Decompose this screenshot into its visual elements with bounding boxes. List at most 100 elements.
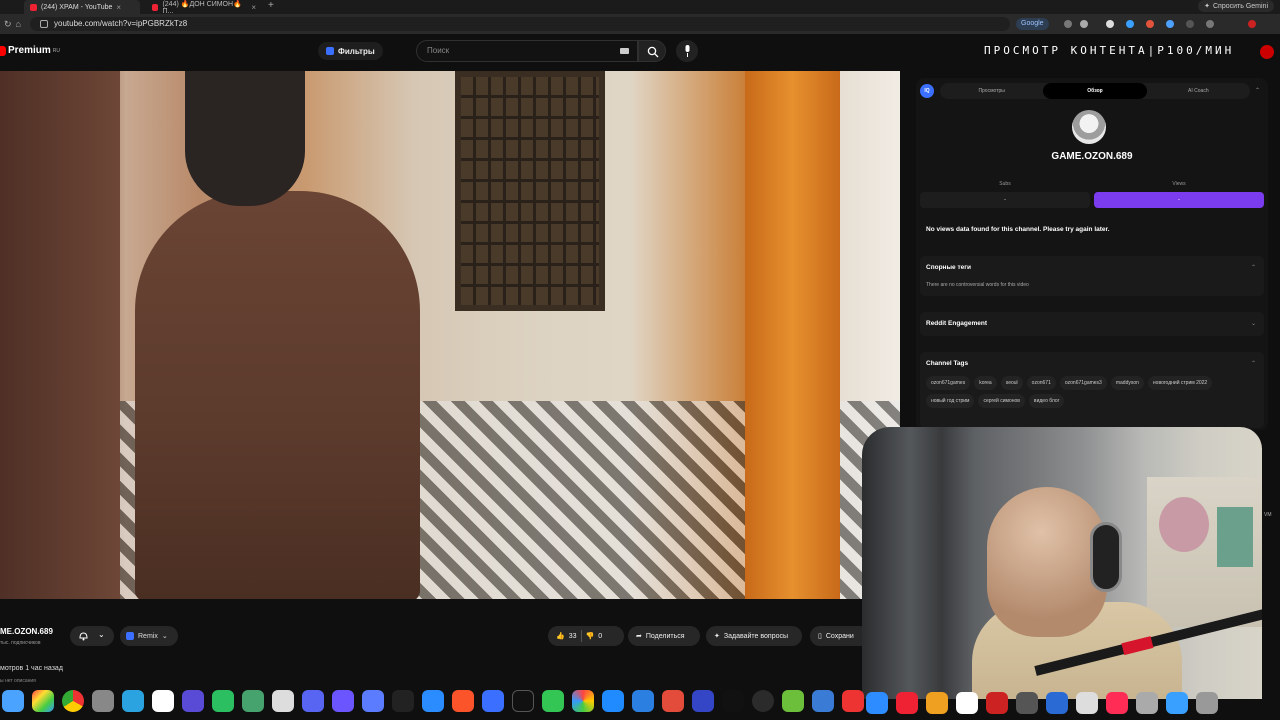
cable-app-icon[interactable]	[986, 692, 1008, 714]
avatar	[1072, 110, 1106, 144]
new-tab-button[interactable]: +	[268, 0, 274, 14]
channel-tag[interactable]: ozon671games	[926, 376, 971, 390]
thumbs-down-icon[interactable]: 👎	[586, 632, 595, 640]
search-input[interactable]: Поиск	[416, 40, 638, 62]
sheets-icon[interactable]	[212, 690, 234, 712]
save-button[interactable]: ▯ Сохрани	[810, 626, 870, 646]
close-tab-icon[interactable]: ×	[116, 3, 121, 12]
telegram-icon[interactable]	[122, 690, 144, 712]
gemini-button[interactable]: ✦ Спросить Gemini	[1198, 0, 1274, 12]
extension-icon[interactable]	[1064, 20, 1072, 28]
brave-icon[interactable]	[452, 690, 474, 712]
channel-tag[interactable]: seoul	[1000, 376, 1023, 390]
vpn-icon[interactable]	[332, 690, 354, 712]
extension-icon[interactable]	[1186, 20, 1194, 28]
keyboard-icon[interactable]	[620, 48, 629, 54]
voice-search-button[interactable]	[676, 40, 698, 62]
close-tab-icon[interactable]: ×	[251, 3, 256, 12]
android-icon[interactable]	[782, 690, 804, 712]
finder-icon[interactable]	[2, 690, 24, 712]
app-icon[interactable]	[482, 690, 504, 712]
share-button[interactable]: ➦ Поделиться	[628, 626, 700, 646]
like-count[interactable]: 33	[569, 633, 577, 640]
share-icon: ➦	[636, 633, 642, 640]
discord-icon[interactable]	[302, 690, 324, 712]
home-icon[interactable]: ⌂	[16, 19, 21, 29]
messages-icon[interactable]	[542, 690, 564, 712]
subs-toggle[interactable]: -	[920, 192, 1090, 208]
terminal-icon[interactable]	[512, 690, 534, 712]
video-player[interactable]	[0, 71, 900, 599]
obs-icon[interactable]	[752, 690, 774, 712]
calendar-icon[interactable]	[956, 692, 978, 714]
ask-questions-button[interactable]: ✦ Задавайте вопросы	[706, 626, 802, 646]
channel-tag[interactable]: сергей симонов	[978, 394, 1025, 408]
teams-icon[interactable]	[362, 690, 384, 712]
chrome-icon[interactable]	[62, 690, 84, 712]
piano-icon[interactable]	[392, 690, 414, 712]
red-app-icon[interactable]	[842, 690, 864, 712]
photos-icon[interactable]	[572, 690, 594, 712]
app-store-icon[interactable]	[602, 690, 624, 712]
channel-tag[interactable]: maddyson	[1110, 376, 1144, 390]
zoom-icon[interactable]	[866, 692, 888, 714]
extension-icon[interactable]	[1106, 20, 1114, 28]
trash-icon[interactable]	[1196, 692, 1218, 714]
extension-icon[interactable]	[1206, 20, 1214, 28]
channel-tag[interactable]: ozon671games3	[1059, 376, 1107, 390]
search-button[interactable]	[638, 40, 666, 62]
app-icon[interactable]	[926, 692, 948, 714]
youtube-app-icon[interactable]	[896, 692, 918, 714]
reload-icon[interactable]: ↻	[4, 19, 12, 30]
remix-button[interactable]: Remix ⌄	[120, 626, 178, 646]
music-icon[interactable]	[1106, 692, 1128, 714]
app-icon[interactable]	[1016, 692, 1038, 714]
channel-tags-section[interactable]: Channel Tags ⌃ ozon671games korea seoul …	[920, 352, 1264, 428]
vscode-icon[interactable]	[692, 690, 714, 712]
controversial-tags-section[interactable]: Спорные теги ⌃ There are no controversia…	[920, 256, 1264, 296]
app-icon[interactable]	[1136, 692, 1158, 714]
filters-button[interactable]: Фильтры	[318, 42, 383, 60]
channel-tag[interactable]: новый год стрим	[926, 394, 975, 408]
extension-icon[interactable]	[1126, 20, 1134, 28]
files-icon[interactable]	[632, 690, 654, 712]
collapse-chevron-icon[interactable]: ⌃	[1255, 87, 1260, 94]
chatgpt-icon[interactable]	[152, 690, 174, 712]
youtube-logo[interactable]: Premium RU	[0, 45, 60, 56]
app-icon[interactable]	[1046, 692, 1068, 714]
views-toggle[interactable]: -	[1094, 192, 1264, 208]
url-field[interactable]: youtube.com/watch?v=ipPGBRZkTz8	[30, 17, 1010, 31]
safari-icon[interactable]	[422, 690, 444, 712]
thumbs-up-icon[interactable]: 👍	[556, 632, 565, 640]
notification-bell-button[interactable]: ⌄	[70, 626, 114, 646]
channel-name[interactable]: ME.OZON.689	[0, 627, 53, 636]
extension-icon[interactable]	[1166, 20, 1174, 28]
tab-overview[interactable]: Обзор	[1043, 83, 1147, 99]
settings-icon[interactable]	[92, 690, 114, 712]
extension-icon[interactable]	[1146, 20, 1154, 28]
chevron-up-icon: ⌃	[1250, 361, 1256, 367]
tab-views[interactable]: Просмотры	[940, 83, 1043, 99]
utility-icon[interactable]	[272, 690, 294, 712]
tab-ai-coach[interactable]: AI Coach	[1147, 83, 1250, 99]
mind-app-icon[interactable]	[182, 690, 204, 712]
channel-tag[interactable]: ozon671	[1026, 376, 1056, 390]
design-app-icon[interactable]	[662, 690, 684, 712]
browser-tab-1[interactable]: (244) ХРАМ - YouTube ×	[24, 0, 140, 14]
clapper-icon[interactable]	[722, 690, 744, 712]
profile-avatar-icon[interactable]	[1248, 20, 1256, 28]
browser-tab-2[interactable]: (244) 🔥ДОН СИМОН🔥 П... ×	[146, 0, 262, 15]
google-lens-chip[interactable]: Google	[1016, 18, 1049, 30]
bookmark-star-icon[interactable]	[1080, 20, 1088, 28]
channel-tag[interactable]: korea	[974, 376, 997, 390]
save-label: Сохрани	[825, 632, 854, 640]
folder-icon[interactable]	[1166, 692, 1188, 714]
app-icon[interactable]	[1076, 692, 1098, 714]
photos-icon[interactable]	[32, 690, 54, 712]
site-info-icon[interactable]	[40, 20, 48, 28]
green-app-icon[interactable]	[242, 690, 264, 712]
reddit-engagement-section[interactable]: Reddit Engagement ⌄	[920, 312, 1264, 336]
channel-tag[interactable]: видео блог	[1028, 394, 1065, 408]
browser-icon[interactable]	[812, 690, 834, 712]
channel-tag[interactable]: новогодний стрим 2022	[1147, 376, 1213, 390]
